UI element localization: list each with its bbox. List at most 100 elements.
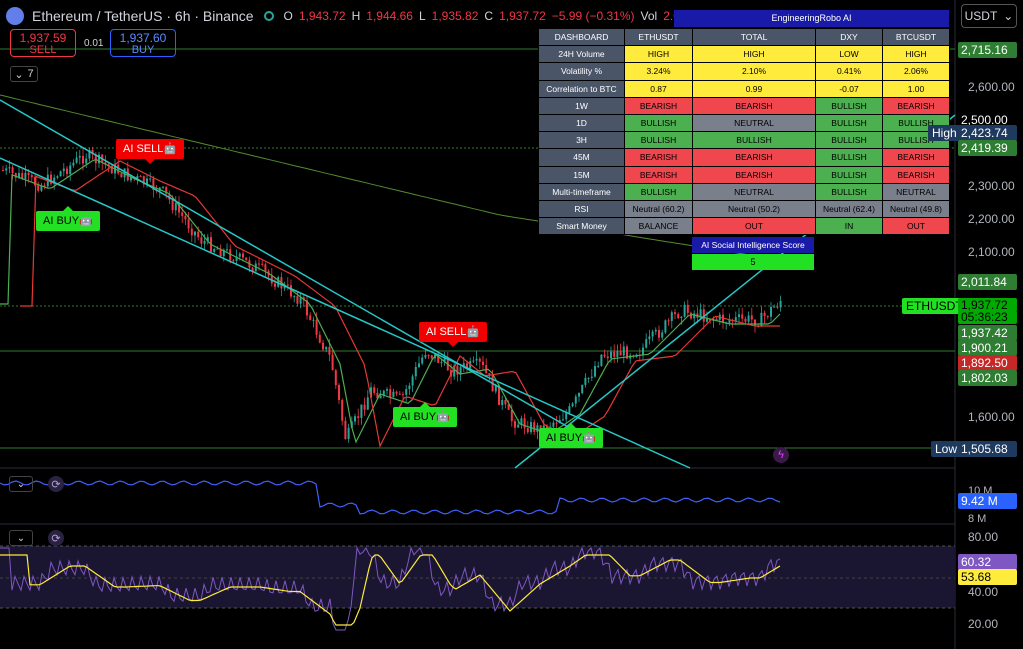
candle-body [667, 320, 670, 322]
chevron-down-icon: ⌄ [16, 478, 26, 490]
candle-body [373, 387, 376, 393]
candle-body [405, 389, 408, 395]
ai-buy-signal[interactable]: AI BUY🤖 [36, 206, 100, 231]
candle-body [622, 346, 625, 356]
dashboard-cell: BEARISH [624, 148, 693, 167]
candle-body [344, 420, 347, 440]
ai-buy-signal[interactable]: AI BUY🤖 [393, 402, 457, 427]
axis-tick: 2,100.00 [968, 245, 1015, 259]
ai-sell-signal[interactable]: AI SELL🤖 [116, 139, 185, 164]
candle-body [578, 393, 580, 397]
dashboard-row: 15M BEARISH BEARISH BULLISH BEARISH [538, 165, 950, 184]
candle-body [693, 313, 696, 319]
trading-chart-app: Ethereum / TetherUS · 6h · Binance O 1,94… [0, 0, 1023, 649]
candle-body [523, 418, 526, 429]
candle-body [504, 400, 507, 405]
dashboard-cell: 0.99 [692, 79, 816, 98]
candle-body [683, 304, 686, 317]
candle-body [66, 168, 68, 175]
pane-collapse-button[interactable]: ⌄ [9, 530, 33, 546]
candle-body [322, 342, 324, 350]
dashboard-cell: Correlation to BTC [538, 79, 625, 98]
candle-body [120, 173, 123, 178]
candle-body [238, 253, 241, 257]
high-value: 1,944.66 [366, 9, 413, 23]
currency-value: USDT [964, 9, 998, 23]
candle-body [386, 389, 388, 391]
buy-label: BUY [131, 44, 155, 56]
candle-body [299, 297, 302, 304]
dashboard-cell: NEUTRAL [692, 113, 816, 133]
candle-body [610, 351, 612, 359]
dashboard-cell: BULLISH [815, 131, 883, 150]
candle-body [363, 404, 366, 410]
dashboard-cell: 3H [538, 131, 625, 150]
spread-value: 0.01 [84, 38, 104, 49]
candle-body [779, 301, 782, 308]
dashboard-cell: 0.87 [624, 79, 693, 98]
candle-body [427, 355, 430, 357]
pane-collapse-button[interactable]: ⌄ [9, 476, 33, 492]
candle-body [62, 168, 65, 172]
dashboard-table: DASHBOARD ETHUSDT TOTAL DXY BTCUSDT 24H Volum… [538, 27, 950, 236]
level-label: 2,715.16 [958, 42, 1017, 58]
axis-tick: 1,600.00 [968, 410, 1015, 424]
dashboard-cell: BEARISH [882, 165, 950, 184]
candle-body [706, 318, 708, 322]
trend-channel-upper [0, 99, 571, 429]
low-marker-value: 1,505.68 [958, 441, 1017, 457]
rsi-axis-tick: 40.00 [968, 585, 999, 599]
open-label: O [283, 9, 293, 23]
candle-body [440, 362, 443, 364]
candle-body [642, 347, 644, 355]
candle-body [651, 331, 654, 337]
lightning-icon[interactable]: ϟ [773, 447, 789, 463]
sell-button[interactable]: 1,937.59 SELL [10, 29, 76, 57]
candle-body [514, 421, 516, 428]
candle-body [181, 212, 184, 216]
candle-body [590, 376, 593, 378]
candle-body [213, 249, 216, 252]
dashboard-cell: Neutral (49.8) [882, 199, 950, 219]
candle-body [347, 427, 350, 440]
rsi-axis-tick: 80.00 [968, 530, 999, 544]
dashboard-cell: HIGH [624, 45, 693, 64]
candle-body [574, 396, 577, 404]
refresh-icon[interactable]: ⟳ [48, 476, 64, 492]
candle-body [315, 319, 318, 335]
candle-body [562, 419, 564, 421]
candle-body [72, 162, 75, 166]
candle-body [59, 171, 62, 177]
level-label: 1,892.50 [958, 355, 1017, 371]
candle-body [747, 315, 750, 322]
candle-body [680, 316, 683, 319]
dashboard-cell: Neutral (50.2) [692, 199, 816, 219]
symbol-title[interactable]: Ethereum / TetherUS · 6h · Binance [32, 8, 254, 24]
candle-body [770, 307, 772, 317]
dashboard-row: Correlation to BTC 0.87 0.99 -0.07 1.00 [538, 79, 950, 98]
candle-body [430, 355, 433, 359]
candle-body [354, 416, 356, 422]
candle-body [456, 365, 459, 375]
ai-buy-signal[interactable]: AI BUY🤖 [539, 423, 603, 448]
candle-body [606, 356, 609, 359]
currency-select[interactable]: USDT ⌄ [961, 4, 1017, 28]
buy-button[interactable]: 1,937.60 BUY [110, 29, 176, 57]
high-label: H [351, 9, 361, 23]
indicators-toggle-button[interactable]: ⌄ 7 [10, 66, 38, 82]
dashboard-cell: BEARISH [692, 148, 816, 167]
dashboard-cell: 1D [538, 113, 625, 133]
bar-countdown: 05:36:23 [958, 311, 1017, 324]
dashboard-cell: DXY [815, 27, 883, 47]
candle-body [226, 249, 228, 251]
dashboard-cell: BULLISH [624, 131, 693, 150]
candle-body [331, 354, 334, 371]
dashboard-cell: BULLISH [815, 96, 883, 115]
ai-sell-signal[interactable]: AI SELL🤖 [419, 322, 488, 347]
candle-body [171, 199, 174, 211]
refresh-icon[interactable]: ⟳ [48, 530, 64, 546]
close-label: C [484, 9, 494, 23]
candle-body [571, 403, 574, 407]
candle-body [8, 167, 11, 169]
volume-line [0, 480, 781, 515]
